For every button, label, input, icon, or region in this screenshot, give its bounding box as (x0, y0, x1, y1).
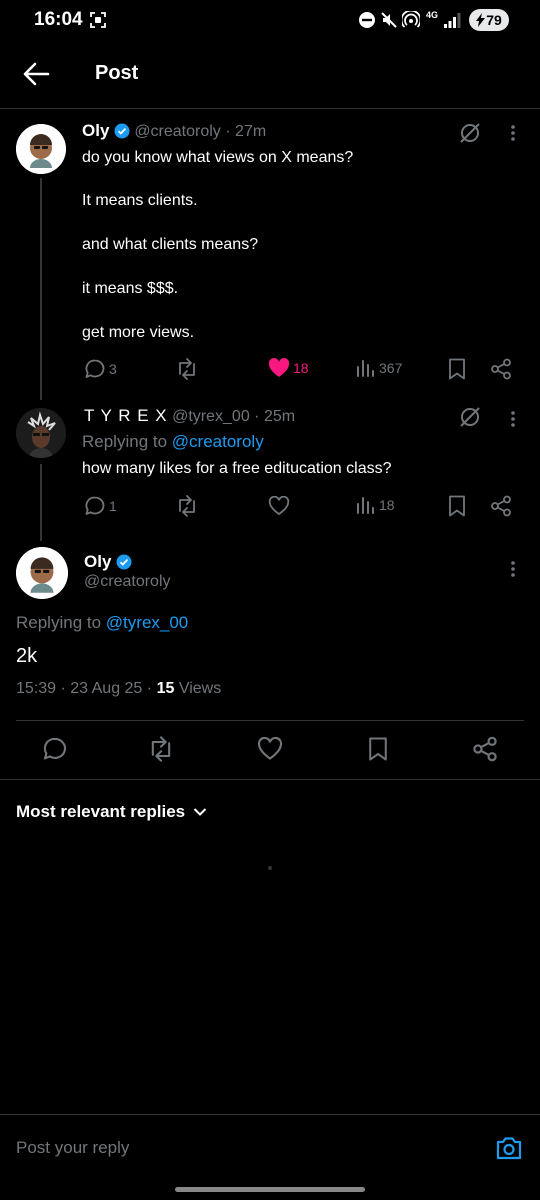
author-name[interactable]: Oly (84, 552, 111, 571)
post-timestamp: 15:39 · 23 Aug 25 · (16, 680, 153, 697)
battery-indicator: 79 (469, 9, 509, 31)
repost-button[interactable] (175, 495, 199, 517)
repost-icon[interactable] (147, 736, 175, 762)
share-icon[interactable] (490, 495, 512, 517)
post-text-line: and what clients means? (82, 236, 259, 253)
more-options-icon[interactable] (510, 410, 516, 428)
grok-icon[interactable] (458, 121, 482, 145)
reply-icon (84, 358, 106, 380)
views-button[interactable]: 367 (356, 358, 402, 378)
replying-to-link[interactable]: @creatoroly (172, 432, 264, 451)
thread-line (40, 464, 42, 541)
reply-count: 3 (109, 361, 117, 377)
post-time: · 27m (225, 123, 267, 140)
author-handle[interactable]: @creatoroly (134, 123, 221, 140)
post-author: Oly @creatoroly · 27m (82, 121, 266, 141)
post-text-line: do you know what views on X means? (82, 149, 354, 166)
replies-sort-dropdown[interactable]: Most relevant replies (16, 802, 207, 822)
chevron-down-icon (193, 807, 207, 817)
heart-icon[interactable] (257, 737, 283, 761)
post-time: · 25m (254, 408, 296, 425)
avatar[interactable] (16, 547, 68, 599)
author-name[interactable]: Oly (82, 121, 109, 140)
more-options-icon[interactable] (510, 560, 516, 578)
reply-button[interactable]: 1 (84, 495, 117, 517)
reply-button[interactable]: 3 (84, 358, 117, 380)
views-label: Views (178, 680, 222, 697)
divider (16, 720, 524, 721)
replying-to-link[interactable]: @tyrex_00 (106, 613, 188, 632)
author-handle[interactable]: @creatoroly (84, 573, 171, 591)
hotspot-icon (402, 11, 420, 29)
home-indicator[interactable] (175, 1187, 365, 1192)
author-name[interactable]: T Y R E X (84, 406, 168, 425)
like-button[interactable]: 18 (268, 358, 309, 378)
heart-icon (268, 496, 290, 516)
post-author: T Y R E X @tyrex_00 · 25m (84, 406, 295, 426)
reply-icon (84, 495, 106, 517)
like-count: 18 (293, 360, 309, 376)
author-handle[interactable]: @tyrex_00 (172, 408, 250, 425)
heart-filled-icon (268, 358, 290, 378)
screenshot-icon (90, 12, 106, 28)
share-icon[interactable] (490, 358, 512, 380)
replying-prefix: Replying to (82, 432, 168, 451)
reply-input[interactable]: Post your reply (16, 1138, 129, 1158)
view-count: 18 (379, 497, 395, 513)
post-text-line: It means clients. (82, 192, 198, 209)
replying-prefix: Replying to (16, 613, 102, 632)
reply-icon[interactable] (42, 736, 68, 762)
status-time: 16:04 (34, 9, 83, 30)
reply-bar-divider (0, 1114, 540, 1115)
reply-count: 1 (109, 498, 117, 514)
post-meta: 15:39 · 23 Aug 25 · 15 Views (16, 680, 221, 698)
battery-level: 79 (486, 12, 502, 28)
replying-to: Replying to @tyrex_00 (16, 613, 188, 633)
repost-icon (175, 358, 199, 380)
loading-indicator (268, 866, 272, 870)
repost-button[interactable] (175, 358, 199, 380)
verified-badge-icon (114, 123, 130, 139)
header-divider (0, 108, 540, 109)
grok-icon[interactable] (458, 405, 482, 429)
bookmark-icon[interactable] (368, 736, 388, 762)
bookmark-icon[interactable] (448, 358, 466, 380)
avatar[interactable] (16, 124, 66, 174)
replying-to: Replying to @creatoroly (82, 432, 264, 452)
more-options-icon[interactable] (510, 124, 516, 142)
thread-line (40, 178, 42, 400)
mute-icon (380, 11, 398, 29)
network-type: 4G (426, 10, 439, 20)
dnd-icon (358, 11, 376, 29)
share-icon[interactable] (472, 736, 498, 762)
bookmark-icon[interactable] (448, 495, 466, 517)
like-button[interactable] (268, 496, 290, 516)
back-arrow-icon[interactable] (22, 60, 50, 88)
status-bar: 16:04 4G 79 (0, 0, 540, 44)
post-text-line: get more views. (82, 324, 195, 341)
signal-icon (443, 11, 461, 29)
post-view-count[interactable]: 15 (157, 680, 175, 697)
view-count: 367 (379, 360, 403, 376)
main-post-text: 2k (16, 645, 38, 667)
main-author-name-row: Oly (84, 552, 132, 572)
sort-label: Most relevant replies (16, 802, 186, 821)
verified-badge-icon (116, 554, 132, 570)
avatar[interactable] (16, 408, 66, 458)
analytics-icon (356, 495, 376, 515)
charging-icon (476, 13, 486, 27)
camera-icon[interactable] (495, 1135, 523, 1161)
analytics-icon (356, 358, 376, 378)
post-text: how many likes for a free editucation cl… (82, 460, 392, 477)
page-title: Post (95, 62, 139, 84)
post-text-line: it means $$$. (82, 280, 179, 297)
views-button[interactable]: 18 (356, 495, 395, 515)
divider (0, 779, 540, 780)
repost-icon (175, 495, 199, 517)
